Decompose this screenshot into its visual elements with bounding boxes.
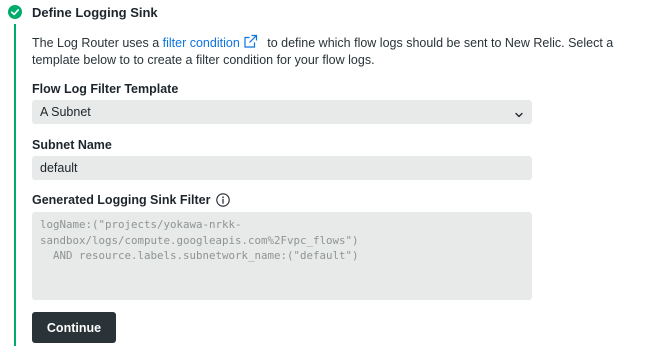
check-circle-icon <box>8 5 22 19</box>
generated-filter-label: Generated Logging Sink Filter <box>32 193 211 207</box>
step-progress-rail <box>14 24 16 346</box>
step-description: The Log Router uses a filter condition t… <box>32 34 632 69</box>
generated-filter-label-row: Generated Logging Sink Filter <box>32 192 230 208</box>
subnet-name-label: Subnet Name <box>32 138 112 152</box>
filter-template-value: A Subnet <box>40 105 91 119</box>
chevron-down-icon <box>514 107 524 118</box>
info-icon[interactable] <box>215 193 230 207</box>
step-content: The Log Router uses a filter condition t… <box>32 34 632 343</box>
generated-filter-code[interactable]: logName:("projects/yokawa-nrkk- sandbox/… <box>32 212 532 300</box>
external-link-icon[interactable] <box>243 34 258 49</box>
filter-template-select[interactable]: A Subnet <box>32 100 532 124</box>
filter-condition-link[interactable]: filter condition <box>163 36 240 50</box>
description-text-before: The Log Router uses a <box>32 36 163 50</box>
step-title: Define Logging Sink <box>32 4 158 20</box>
subnet-name-input[interactable]: default <box>32 156 532 180</box>
step-header: Define Logging Sink <box>8 4 158 20</box>
filter-template-label: Flow Log Filter Template <box>32 82 179 96</box>
continue-button[interactable]: Continue <box>32 312 116 343</box>
